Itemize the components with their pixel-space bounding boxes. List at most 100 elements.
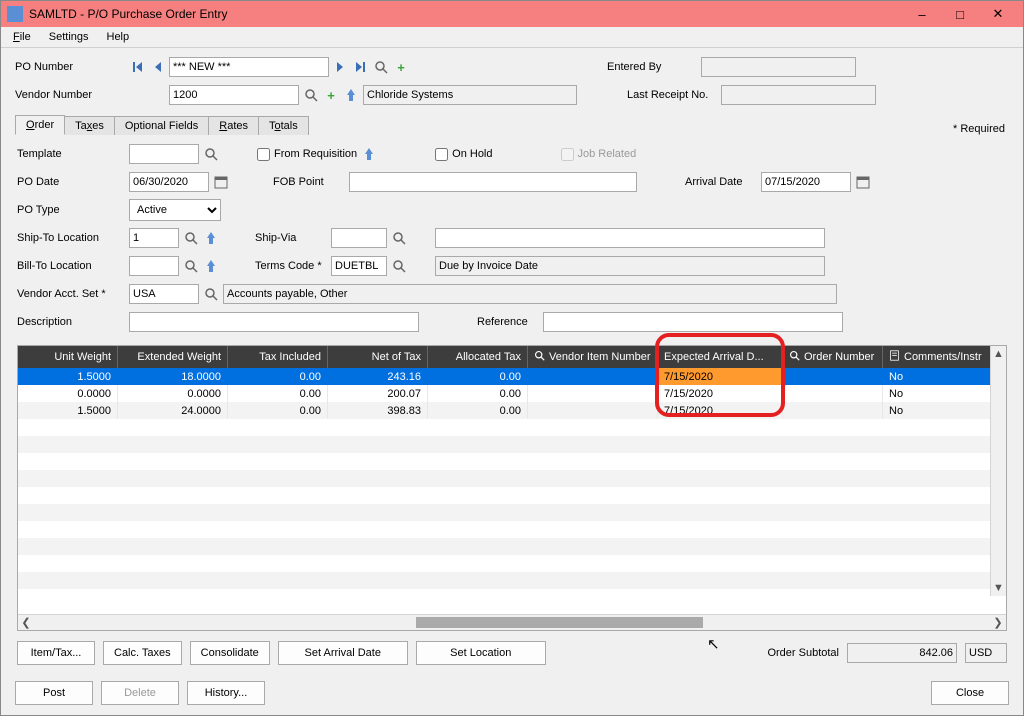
arrival-date-calendar-icon[interactable] [855,174,871,190]
app-window: SAMLTD - P/O Purchase Order Entry – □ ✕ … [0,0,1024,716]
minimize-button[interactable]: – [903,3,941,25]
col-order-number[interactable]: Order Number [783,346,883,368]
post-button[interactable]: Post [15,681,93,705]
menu-file[interactable]: File [5,29,39,45]
order-tab-page: Template From Requisition On Hold [15,135,1009,667]
col-tax-included[interactable]: Tax Included [228,346,328,368]
reference-input[interactable] [543,312,843,332]
required-note: * Required [953,123,1009,135]
tab-rates[interactable]: Rates [208,116,259,135]
scroll-up-icon[interactable]: ▲ [991,346,1006,362]
col-allocated-tax[interactable]: Allocated Tax [428,346,528,368]
template-input[interactable] [129,144,199,164]
po-number-new-icon[interactable]: + [393,59,409,75]
vendor-acct-input[interactable] [129,284,199,304]
terms-desc [435,256,825,276]
col-expected-arrival[interactable]: Expected Arrival D... [658,346,783,368]
expected-arrival-cell[interactable]: 7/15/2020 [658,368,783,385]
po-number-input[interactable] [169,57,329,77]
set-arrival-button[interactable]: Set Arrival Date [278,641,408,665]
on-hold-checkbox[interactable]: On Hold [435,148,492,161]
shipvia-label: Ship-Via [255,232,327,244]
vendor-drill-icon[interactable] [343,87,359,103]
col-unit-weight[interactable]: Unit Weight [18,346,118,368]
reference-label: Reference [477,316,539,328]
shipto-label: Ship-To Location [17,232,125,244]
col-comments[interactable]: Comments/Instr [883,346,1006,368]
empty-rows [18,419,1006,606]
vendor-number-input[interactable] [169,85,299,105]
from-requisition-checkbox[interactable]: From Requisition [257,148,357,161]
po-number-label: PO Number [15,61,125,73]
shipvia-desc[interactable] [435,228,825,248]
shipvia-input[interactable] [331,228,387,248]
maximize-button[interactable]: □ [941,3,979,25]
history-button[interactable]: History... [187,681,265,705]
nav-next-icon[interactable] [333,59,349,75]
terms-finder-icon[interactable] [391,258,407,274]
po-date-label: PO Date [17,176,125,188]
nav-first-icon[interactable] [129,59,145,75]
col-vendor-item[interactable]: Vendor Item Number [528,346,658,368]
tab-optional-fields[interactable]: Optional Fields [114,116,209,135]
col-extended-weight[interactable]: Extended Weight [118,346,228,368]
order-subtotal-value [847,643,957,663]
tab-taxes[interactable]: Taxes [64,116,115,135]
template-finder-icon[interactable] [203,146,219,162]
scroll-down-icon[interactable]: ▼ [991,580,1006,596]
nav-last-icon[interactable] [353,59,369,75]
arrival-date-input[interactable] [761,172,851,192]
table-row[interactable]: 0.0000 0.0000 0.00 200.07 0.00 7/15/2020… [18,385,1006,402]
scroll-thumb[interactable] [416,617,703,628]
vendor-acct-label: Vendor Acct. Set * [17,288,125,300]
shipvia-finder-icon[interactable] [391,230,407,246]
vendor-name-display [363,85,577,105]
from-requisition-drill-icon[interactable] [361,146,377,162]
po-type-select[interactable]: Active [129,199,221,221]
horizontal-scrollbar[interactable]: ❮ ❯ [18,614,1006,630]
shipto-drill-icon[interactable] [203,230,219,246]
po-number-finder-icon[interactable] [373,59,389,75]
grid-body[interactable]: 1.5000 18.0000 0.00 243.16 0.00 7/15/202… [18,368,1006,614]
billto-input[interactable] [129,256,179,276]
template-label: Template [17,148,125,160]
vendor-finder-icon[interactable] [303,87,319,103]
description-input[interactable] [129,312,419,332]
consolidate-button[interactable]: Consolidate [190,641,270,665]
scroll-left-icon[interactable]: ❮ [18,616,34,629]
calc-taxes-button[interactable]: Calc. Taxes [103,641,182,665]
shipto-input[interactable] [129,228,179,248]
order-subtotal-currency [965,643,1007,663]
set-location-button[interactable]: Set Location [416,641,546,665]
po-date-calendar-icon[interactable] [213,174,229,190]
po-date-input[interactable] [129,172,209,192]
line-items-grid[interactable]: Unit Weight Extended Weight Tax Included… [17,345,1007,631]
menu-help[interactable]: Help [99,29,138,45]
delete-button: Delete [101,681,179,705]
table-row[interactable]: 1.5000 24.0000 0.00 398.83 0.00 7/15/202… [18,402,1006,419]
tab-strip: Order Taxes Optional Fields Rates Totals [15,114,308,135]
terms-input[interactable] [331,256,387,276]
fob-point-input[interactable] [349,172,637,192]
terms-label: Terms Code * [255,260,327,272]
vendor-new-icon[interactable]: + [323,87,339,103]
close-button[interactable]: Close [931,681,1009,705]
vendor-acct-finder-icon[interactable] [203,286,219,302]
vendor-acct-desc [223,284,837,304]
menu-settings[interactable]: Settings [41,29,97,45]
col-net-of-tax[interactable]: Net of Tax [328,346,428,368]
scroll-right-icon[interactable]: ❯ [990,616,1006,629]
menu-bar: File Settings Help [1,27,1023,48]
search-icon [534,350,545,364]
billto-finder-icon[interactable] [183,258,199,274]
billto-drill-icon[interactable] [203,258,219,274]
table-row[interactable]: 1.5000 18.0000 0.00 243.16 0.00 7/15/202… [18,368,1006,385]
description-label: Description [17,316,125,328]
shipto-finder-icon[interactable] [183,230,199,246]
item-tax-button[interactable]: Item/Tax... [17,641,95,665]
tab-order[interactable]: Order [15,115,65,135]
vertical-scrollbar[interactable]: ▲ ▼ [990,346,1006,596]
nav-prev-icon[interactable] [149,59,165,75]
tab-totals[interactable]: Totals [258,116,309,135]
close-window-button[interactable]: ✕ [979,3,1017,25]
